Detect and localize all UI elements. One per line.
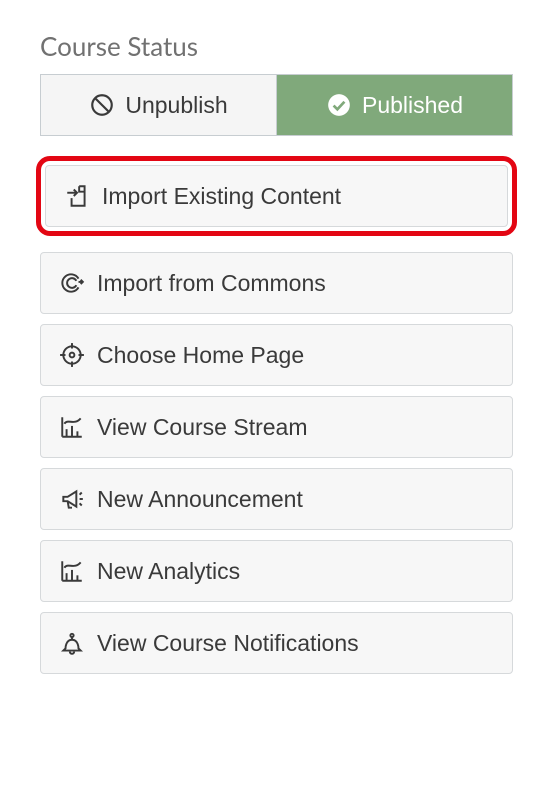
course-actions-list: Import Existing Content Import from Comm… bbox=[40, 158, 513, 674]
published-button[interactable]: Published bbox=[277, 74, 513, 136]
import-existing-content-button[interactable]: Import Existing Content bbox=[45, 165, 508, 227]
unpublish-label: Unpublish bbox=[125, 92, 227, 119]
highlight-annotation: Import Existing Content bbox=[36, 156, 517, 236]
action-label: Import Existing Content bbox=[102, 183, 341, 210]
new-analytics-button[interactable]: New Analytics bbox=[40, 540, 513, 602]
analytics-chart-icon bbox=[59, 558, 85, 584]
import-from-commons-button[interactable]: Import from Commons bbox=[40, 252, 513, 314]
action-label: Import from Commons bbox=[97, 270, 326, 297]
action-label: View Course Notifications bbox=[97, 630, 359, 657]
view-course-notifications-button[interactable]: View Course Notifications bbox=[40, 612, 513, 674]
published-label: Published bbox=[362, 92, 463, 119]
view-course-stream-button[interactable]: View Course Stream bbox=[40, 396, 513, 458]
commons-icon bbox=[59, 270, 85, 296]
action-label: Choose Home Page bbox=[97, 342, 304, 369]
action-label: New Analytics bbox=[97, 558, 240, 585]
bell-icon bbox=[59, 630, 85, 656]
choose-home-page-button[interactable]: Choose Home Page bbox=[40, 324, 513, 386]
unpublish-button[interactable]: Unpublish bbox=[40, 74, 277, 136]
action-label: New Announcement bbox=[97, 486, 303, 513]
analytics-chart-icon bbox=[59, 414, 85, 440]
import-icon bbox=[64, 183, 90, 209]
action-label: View Course Stream bbox=[97, 414, 308, 441]
megaphone-icon bbox=[59, 486, 85, 512]
course-status-heading: Course Status bbox=[40, 30, 513, 62]
target-icon bbox=[59, 342, 85, 368]
publish-status-toggle: Unpublish Published bbox=[40, 74, 513, 136]
check-circle-icon bbox=[326, 92, 352, 118]
new-announcement-button[interactable]: New Announcement bbox=[40, 468, 513, 530]
prohibit-icon bbox=[89, 92, 115, 118]
